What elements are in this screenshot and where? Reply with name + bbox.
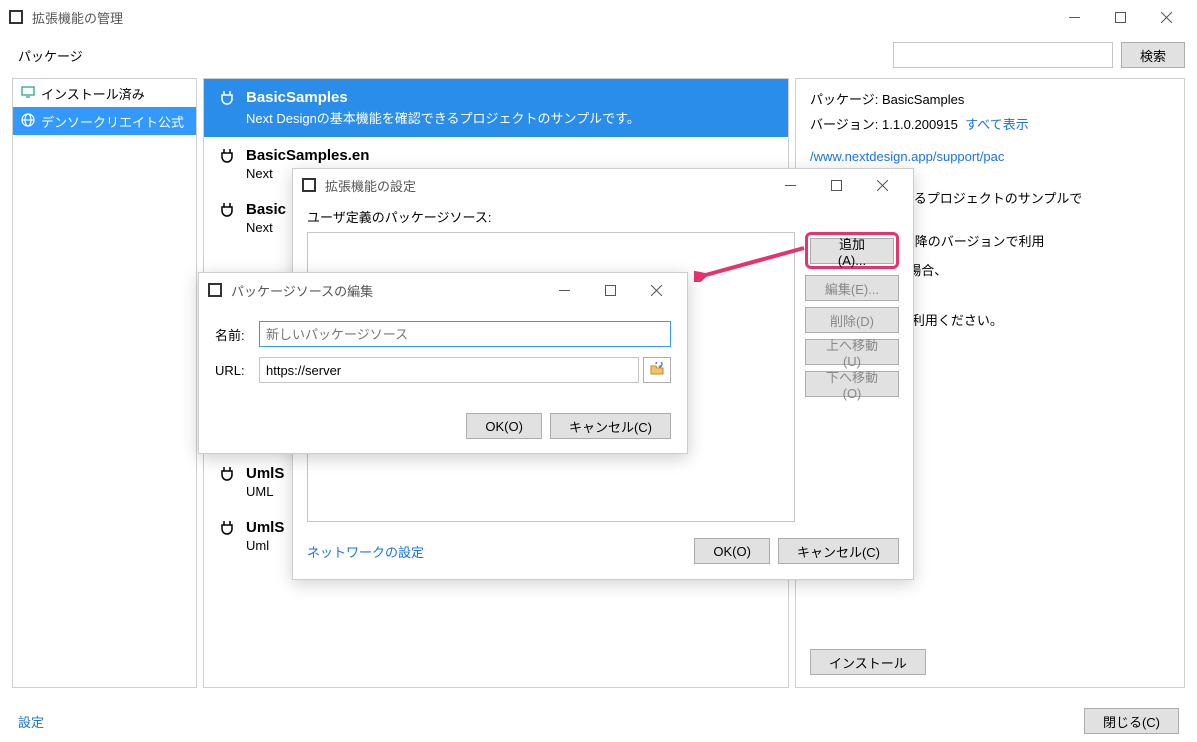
- app-icon: [8, 9, 24, 25]
- close-button[interactable]: 閉じる(C): [1084, 708, 1179, 734]
- package-desc: Uml: [246, 538, 284, 553]
- package-desc: Next: [246, 220, 286, 235]
- main-title: 拡張機能の管理: [32, 8, 1051, 27]
- main-titlebar: 拡張機能の管理: [0, 0, 1197, 34]
- network-settings-link[interactable]: ネットワークの設定: [307, 542, 694, 561]
- app-icon: [207, 282, 223, 298]
- search-label: パッケージ: [18, 46, 83, 65]
- edit-button[interactable]: 編集(E)...: [805, 275, 899, 301]
- edit-source-dialog: パッケージソースの編集 名前: URL: OK(O) キャンセル(C): [198, 272, 688, 454]
- source-item-official[interactable]: デンソークリエイト公式: [13, 107, 196, 135]
- search-button[interactable]: 検索: [1121, 42, 1185, 68]
- package-title: Basic: [246, 201, 286, 218]
- settings-titlebar: 拡張機能の設定: [293, 169, 913, 201]
- globe-icon: [21, 113, 35, 130]
- detail-version: バージョン: 1.1.0.200915 すべて表示: [810, 114, 1170, 133]
- settings-title: 拡張機能の設定: [325, 176, 767, 195]
- edit-ok-button[interactable]: OK(O): [466, 413, 542, 439]
- maximize-icon[interactable]: [587, 275, 633, 305]
- plug-icon: [218, 201, 236, 235]
- settings-link[interactable]: 設定: [18, 712, 44, 731]
- url-label: URL:: [215, 363, 259, 378]
- main-footer: 設定 閉じる(C): [0, 700, 1197, 742]
- url-input[interactable]: [259, 357, 639, 383]
- source-item-label: デンソークリエイト公式: [41, 112, 184, 131]
- package-desc: UML: [246, 484, 284, 499]
- package-title: UmlS: [246, 465, 284, 482]
- package-desc: Next Designの基本機能を確認できるプロジェクトのサンプルです。: [246, 108, 640, 127]
- delete-button[interactable]: 削除(D): [805, 307, 899, 333]
- settings-cancel-button[interactable]: キャンセル(C): [778, 538, 899, 564]
- search-row: パッケージ 検索: [0, 34, 1197, 78]
- install-button[interactable]: インストール: [810, 649, 926, 675]
- package-title: BasicSamples.en: [246, 147, 369, 164]
- show-all-link[interactable]: すべて表示: [965, 117, 1029, 132]
- edit-cancel-button[interactable]: キャンセル(C): [550, 413, 671, 439]
- name-input[interactable]: [259, 321, 671, 347]
- package-title: BasicSamples: [246, 89, 640, 106]
- monitor-icon: [21, 85, 35, 102]
- plug-icon: [218, 519, 236, 553]
- edit-titlebar: パッケージソースの編集: [199, 273, 687, 307]
- close-icon[interactable]: [1143, 2, 1189, 32]
- maximize-icon[interactable]: [813, 170, 859, 200]
- source-item-installed[interactable]: インストール済み: [13, 79, 196, 107]
- minimize-icon[interactable]: [767, 170, 813, 200]
- source-item-label: インストール済み: [41, 84, 145, 103]
- settings-ok-button[interactable]: OK(O): [694, 538, 770, 564]
- maximize-icon[interactable]: [1097, 2, 1143, 32]
- name-label: 名前:: [215, 325, 259, 344]
- move-up-button[interactable]: 上へ移動(U): [805, 339, 899, 365]
- support-url[interactable]: /www.nextdesign.app/support/pac: [810, 149, 1170, 164]
- folder-icon: [650, 362, 664, 379]
- plug-icon: [218, 89, 236, 127]
- browse-button[interactable]: [643, 357, 671, 383]
- app-icon: [301, 177, 317, 193]
- package-title: UmlS: [246, 519, 284, 536]
- close-icon[interactable]: [633, 275, 679, 305]
- add-button-highlight: 追加(A)...: [805, 232, 899, 269]
- move-down-button[interactable]: 下へ移動(O): [805, 371, 899, 397]
- plug-icon: [218, 465, 236, 499]
- search-input[interactable]: [893, 42, 1113, 68]
- add-button[interactable]: 追加(A)...: [810, 238, 894, 264]
- detail-package: パッケージ: BasicSamples: [810, 89, 1170, 108]
- minimize-icon[interactable]: [541, 275, 587, 305]
- close-icon[interactable]: [859, 170, 905, 200]
- minimize-icon[interactable]: [1051, 2, 1097, 32]
- package-row-selected[interactable]: BasicSamples Next Designの基本機能を確認できるプロジェク…: [204, 79, 788, 137]
- sources-label: ユーザ定義のパッケージソース:: [307, 207, 899, 226]
- plug-icon: [218, 147, 236, 181]
- source-list: インストール済み デンソークリエイト公式: [12, 78, 197, 688]
- edit-title: パッケージソースの編集: [231, 281, 541, 300]
